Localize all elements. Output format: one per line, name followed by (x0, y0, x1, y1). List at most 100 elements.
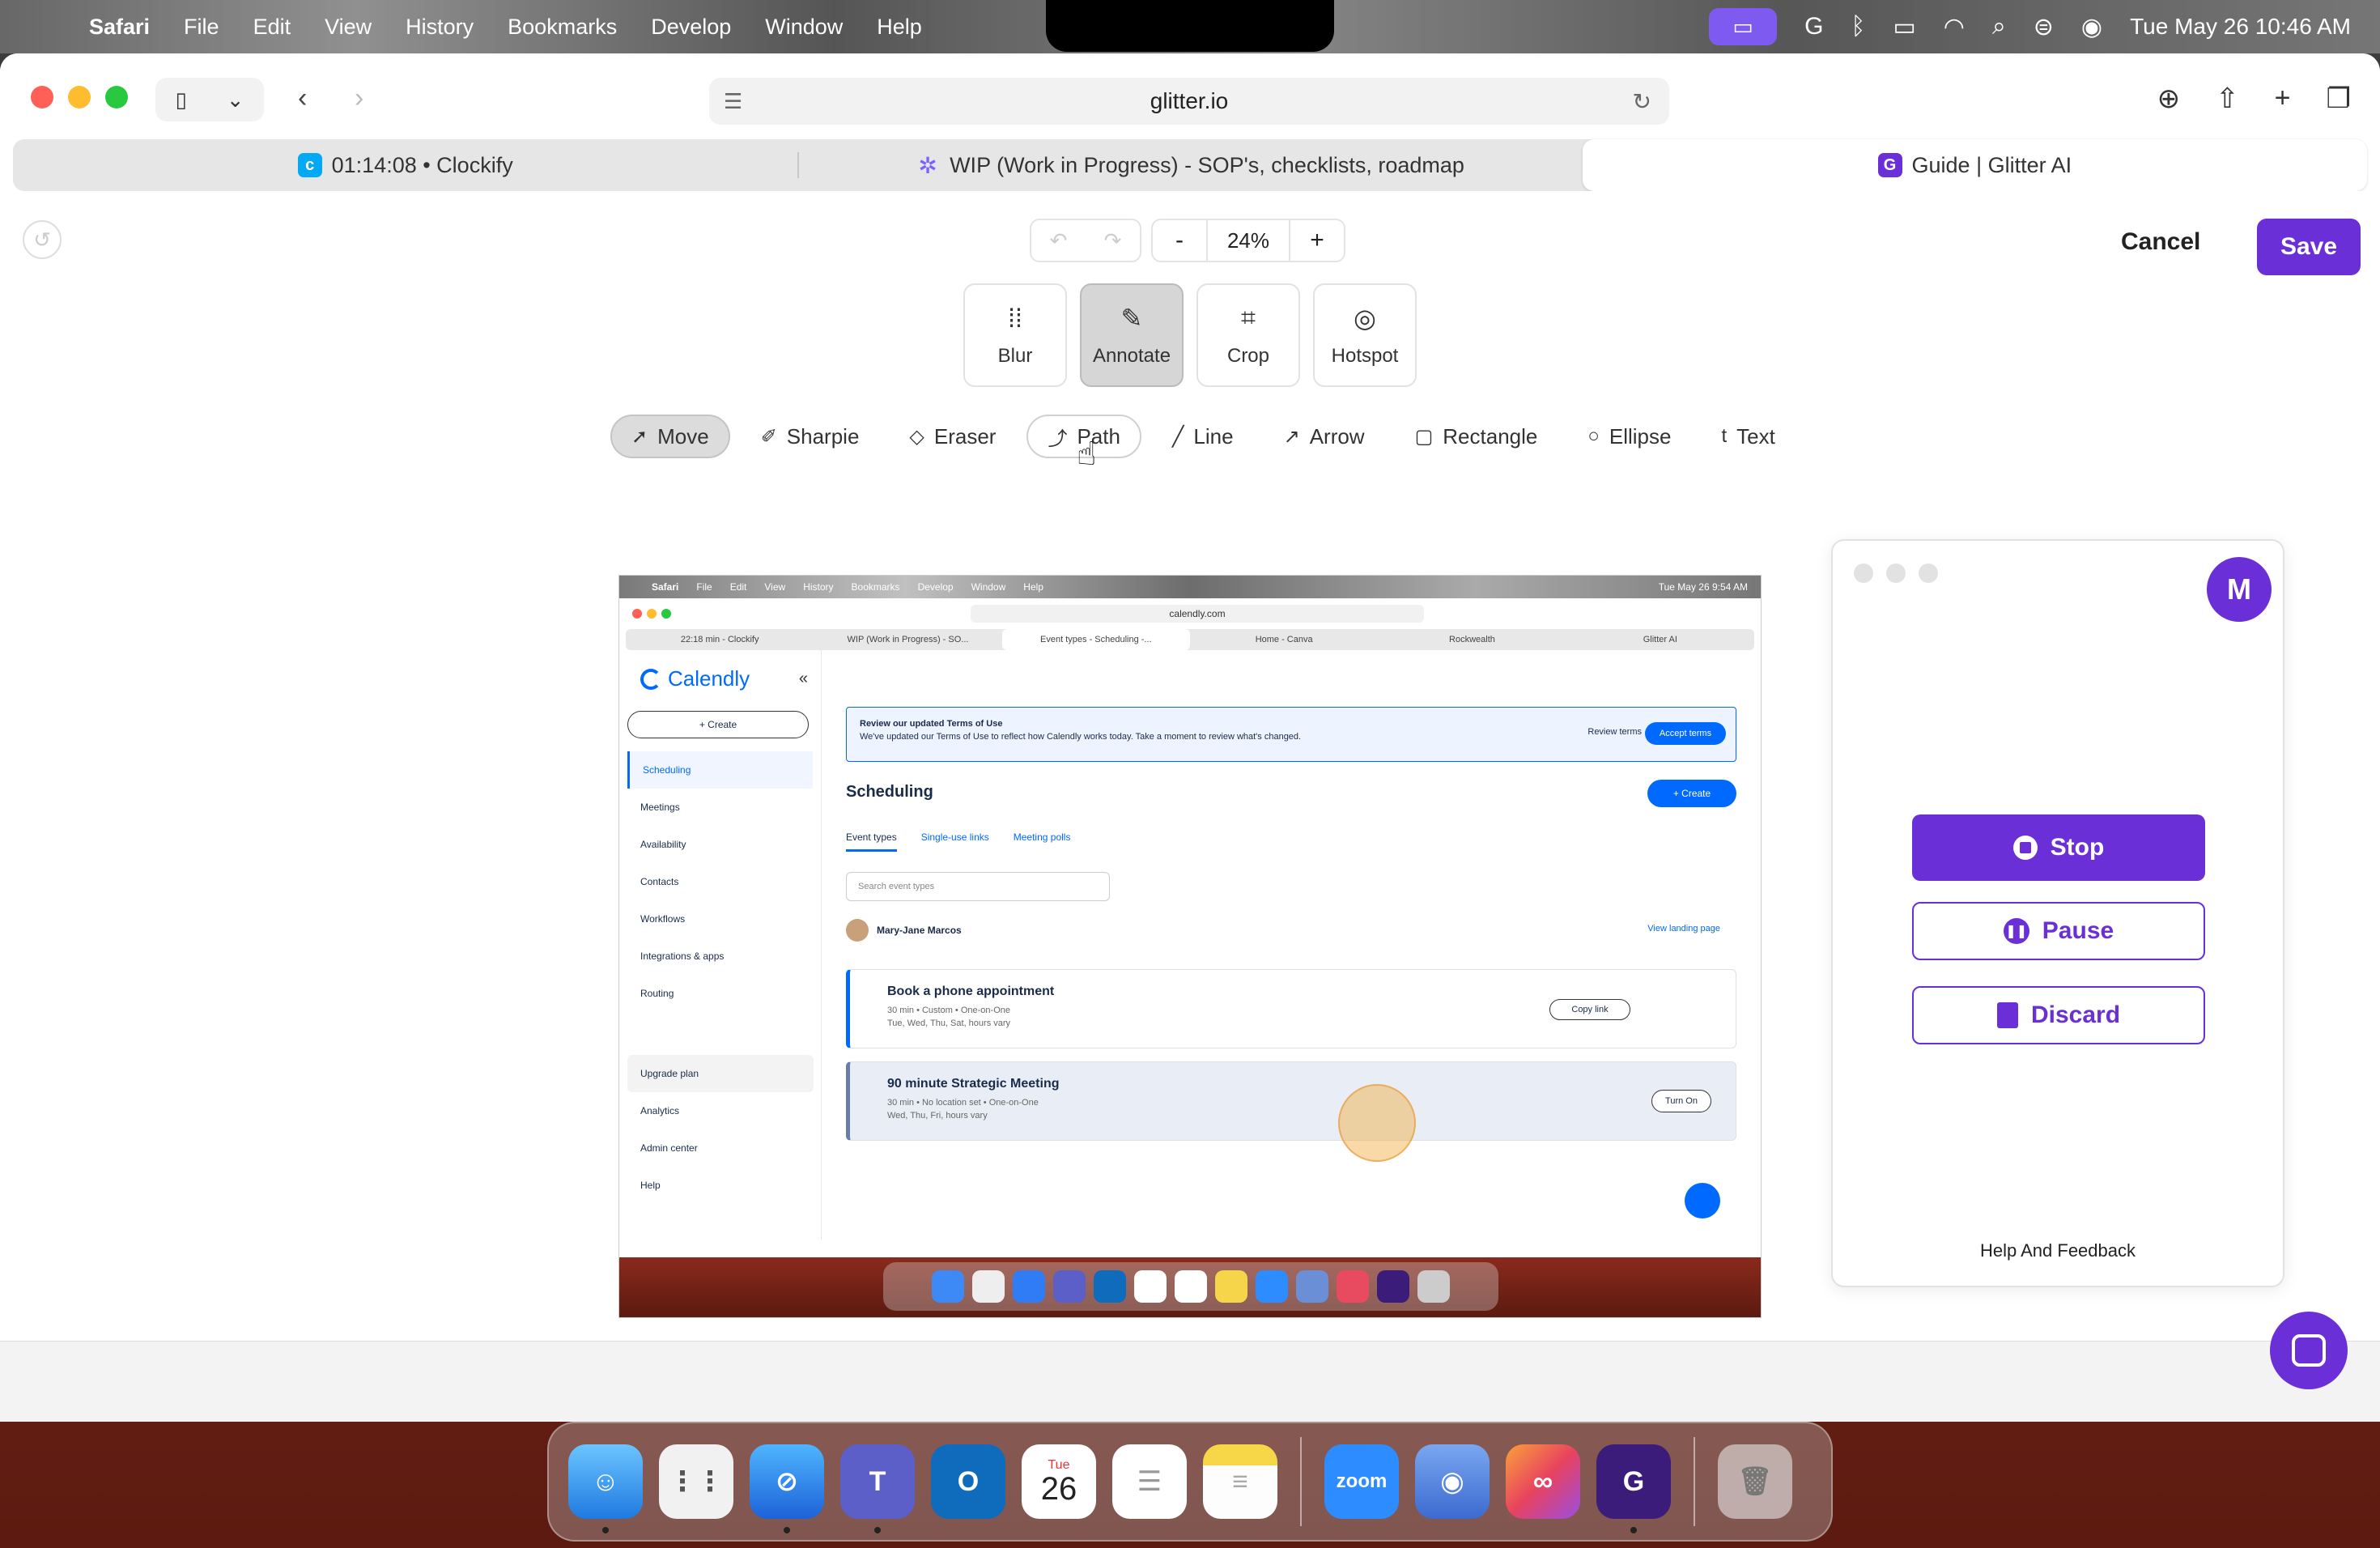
tool-line[interactable]: ╱ Line (1153, 415, 1253, 458)
glitter-icon: G (1877, 153, 1902, 177)
menu-history[interactable]: History (406, 15, 474, 40)
calendar-day: 26 (1040, 1471, 1077, 1507)
tool-eraser[interactable]: ◇ Eraser (890, 415, 1015, 458)
crop-icon: ⌗ (1240, 303, 1256, 332)
shot-menubar: Safari File Edit View History Bookmarks … (619, 576, 1761, 598)
zoom-icon[interactable]: zoom (1324, 1444, 1399, 1519)
apple-icon[interactable] (31, 11, 60, 43)
save-button[interactable]: Save (2257, 219, 2361, 275)
notes-icon[interactable]: ≡ (1203, 1444, 1277, 1519)
zoom-in-button[interactable]: + (1290, 227, 1344, 254)
cancel-button[interactable]: Cancel (2121, 228, 2200, 256)
reminders-icon[interactable]: ☰ (1112, 1444, 1187, 1519)
avatar[interactable]: M (2207, 557, 2272, 622)
shot-clock: Tue May 26 9:54 AM (1658, 581, 1748, 593)
copy-link-button: Copy link (1549, 999, 1630, 1020)
stop-icon (2012, 836, 2038, 860)
new-tab-icon[interactable]: + (2275, 83, 2291, 115)
menu-app-name[interactable]: Safari (89, 15, 150, 40)
mode-selector: ⁞⁞ Blur ✎ Annotate ⌗ Crop ◎ Hotspot (963, 283, 1417, 387)
menu-help[interactable]: Help (877, 15, 922, 40)
mode-annotate[interactable]: ✎ Annotate (1080, 283, 1184, 387)
mode-crop[interactable]: ⌗ Crop (1196, 283, 1300, 387)
menu-view[interactable]: View (325, 15, 372, 40)
sidebar-toggle-button[interactable]: ▯ ⌄ (155, 78, 264, 121)
tool-arrow[interactable]: ↗ Arrow (1264, 415, 1384, 458)
recorder-close-button[interactable] (1854, 563, 1873, 583)
share-icon[interactable]: ⇧ (2216, 83, 2239, 115)
teams-icon[interactable]: T (840, 1444, 915, 1533)
calendar-icon[interactable]: Tue 26 (1022, 1444, 1096, 1519)
tab-glitter[interactable]: G Guide | Glitter AI (1582, 139, 2367, 191)
forward-button[interactable]: › (355, 83, 363, 114)
history-icon[interactable]: ↺ (23, 220, 62, 259)
status-area: ▭ G ᛒ ▭ ◠ ⌕ ⊜ ◉ Tue May 26 10:46 AM (1709, 0, 2351, 53)
shot-heading: Scheduling (846, 783, 933, 801)
tool-ellipse[interactable]: ○ Ellipse (1568, 415, 1690, 458)
tab-clockify[interactable]: c 01:14:08 • Clockify (13, 139, 797, 191)
discard-button[interactable]: Discard (1912, 986, 2205, 1044)
trash-icon[interactable]: 🗑 (1718, 1444, 1792, 1519)
chat-icon[interactable] (2270, 1312, 2348, 1389)
downloads-icon[interactable]: ⊕ (2157, 83, 2181, 115)
shot-nav-item: Availability (640, 839, 686, 850)
tab-wip[interactable]: ✲ WIP (Work in Progress) - SOP's, checkl… (797, 139, 1582, 191)
shot-menu: Develop (917, 581, 954, 593)
screenshot-canvas[interactable]: Safari File Edit View History Bookmarks … (618, 575, 1762, 1318)
battery-icon[interactable]: ▭ (1893, 13, 1915, 41)
shot-menu: Bookmarks (851, 581, 900, 593)
help-feedback-link[interactable]: Help And Feedback (1833, 1240, 2283, 1261)
search-icon[interactable]: ⌕ (1992, 13, 2006, 40)
minimize-window-button[interactable] (68, 86, 91, 108)
zoom-out-button[interactable]: - (1153, 227, 1206, 254)
zoom-window-button[interactable] (105, 86, 128, 108)
undo-icon[interactable]: ↶ (1050, 228, 1068, 253)
close-window-button[interactable] (31, 86, 53, 108)
tab-overview-icon[interactable]: ❐ (2327, 83, 2351, 115)
blur-icon: ⁞⁞ (1008, 303, 1022, 333)
tool-rectangle[interactable]: ▢ Rectangle (1396, 415, 1558, 458)
finder-icon[interactable]: ☺ (568, 1444, 643, 1533)
dock-separator (1694, 1437, 1695, 1526)
reload-icon[interactable]: ↻ (1633, 88, 1651, 115)
launchpad-icon[interactable]: ⋮⋮ (659, 1444, 733, 1519)
glitter-dock-icon[interactable]: G (1596, 1444, 1671, 1533)
tool-label: Sharpie (786, 423, 860, 449)
shot-nav-item: Upgrade plan (627, 1055, 814, 1092)
safari-icon[interactable]: ⊘ (750, 1444, 824, 1533)
screenshot-icon[interactable]: ◉ (1415, 1444, 1490, 1519)
mode-blur[interactable]: ⁞⁞ Blur (963, 283, 1067, 387)
menu-develop[interactable]: Develop (651, 15, 731, 40)
redo-icon[interactable]: ↷ (1104, 228, 1122, 253)
creative-cloud-icon[interactable]: ∞ (1506, 1444, 1580, 1519)
siri-icon[interactable]: ◉ (2081, 13, 2102, 41)
back-button[interactable]: ‹ (298, 83, 307, 114)
stop-button[interactable]: Stop (1912, 814, 2205, 881)
pause-button[interactable]: ❚❚ Pause (1912, 902, 2205, 960)
outlook-icon[interactable]: O (931, 1444, 1005, 1519)
shot-sidebar: Calendly « + Create Scheduling Meetings … (619, 650, 822, 1240)
window-footer (0, 1341, 2380, 1422)
recorder-zoom-button[interactable] (1919, 563, 1938, 583)
shot-subtab: Meeting polls (1013, 831, 1071, 843)
grammarly-icon[interactable]: G (1804, 13, 1823, 40)
page-settings-icon[interactable]: ☰ (724, 89, 742, 114)
recorder-minimize-button[interactable] (1886, 563, 1906, 583)
tool-move[interactable]: ➚ Move (610, 415, 730, 458)
tool-text[interactable]: t Text (1702, 415, 1794, 458)
wifi-icon[interactable]: ◠ (1944, 13, 1965, 41)
menu-clock[interactable]: Tue May 26 10:46 AM (2130, 14, 2351, 40)
control-center-icon[interactable]: ⊜ (2034, 13, 2054, 41)
tool-sharpie[interactable]: ✐ Sharpie (742, 415, 879, 458)
dock-separator (1300, 1437, 1302, 1526)
mode-hotspot[interactable]: ◎ Hotspot (1313, 283, 1417, 387)
menu-bookmarks[interactable]: Bookmarks (508, 15, 617, 40)
screen-mirroring-icon[interactable]: ▭ (1709, 8, 1778, 45)
menu-edit[interactable]: Edit (253, 15, 291, 40)
menu-window[interactable]: Window (765, 15, 843, 40)
menu-file[interactable]: File (184, 15, 219, 40)
shot-menu: Window (971, 581, 1006, 593)
tool-label: Eraser (933, 423, 997, 449)
bluetooth-icon[interactable]: ᛒ (1851, 13, 1865, 40)
address-bar[interactable]: ☰ glitter.io ↻ (709, 78, 1669, 125)
